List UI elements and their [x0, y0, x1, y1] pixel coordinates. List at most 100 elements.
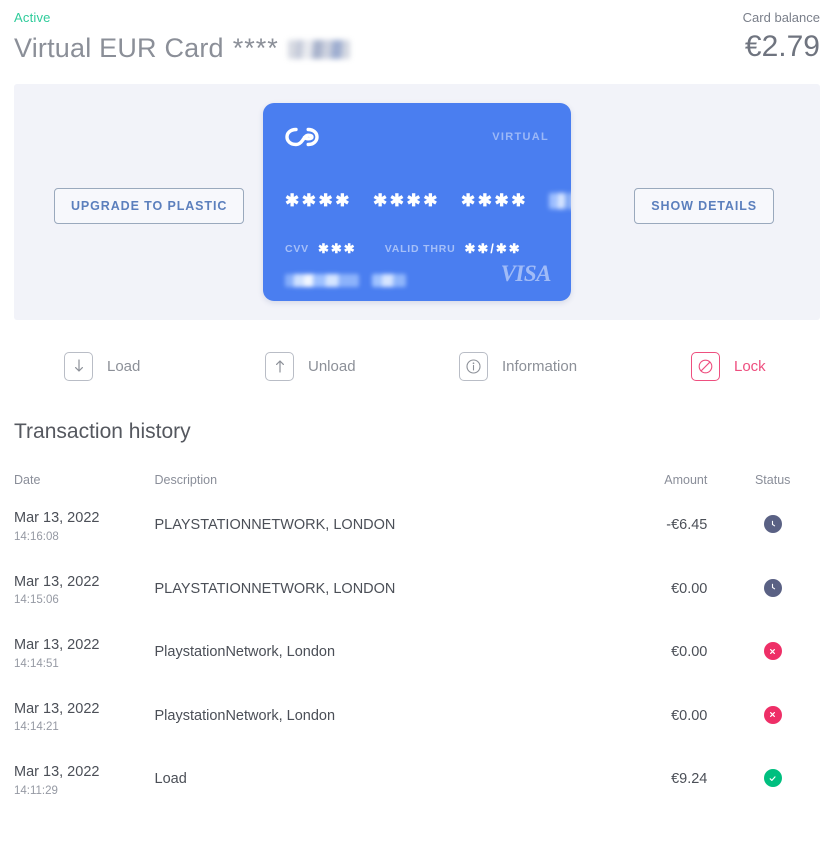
- cell-date: Mar 13, 2022 14:14:51: [14, 636, 155, 700]
- balance-amount: €2.79: [744, 30, 820, 63]
- cell-date: Mar 13, 2022 14:15:06: [14, 573, 155, 637]
- transaction-amount: -€6.45: [666, 517, 708, 533]
- transaction-time: 14:14:51: [14, 657, 59, 670]
- cell-amount: -€6.45: [580, 509, 725, 573]
- cell-amount: €0.00: [580, 636, 725, 700]
- virtual-card-visual: VIRTUAL ✱✱✱✱ ✱✱✱✱ ✱✱✱✱ CVV ✱✱✱ VALID THR…: [263, 103, 571, 301]
- cardholder-name-redacted: [285, 274, 359, 287]
- load-action[interactable]: Load: [64, 351, 265, 381]
- valid-thru-value: ✱✱/✱✱: [464, 241, 522, 256]
- cell-status: [725, 509, 820, 573]
- column-header-status: Status: [754, 473, 791, 487]
- lock-action-label: Lock: [734, 357, 766, 375]
- table-row[interactable]: Mar 13, 2022 14:14:51 PlaystationNetwork…: [14, 636, 820, 700]
- cell-status: [725, 763, 820, 827]
- cvv-value: ✱✱✱: [318, 241, 357, 256]
- cardholder-row: [285, 274, 406, 287]
- transaction-amount: €0.00: [671, 580, 708, 597]
- transaction-amount: €0.00: [671, 644, 708, 661]
- status-badge-pending-icon: [763, 578, 782, 597]
- unload-action-label: Unload: [308, 357, 356, 375]
- cell-date: Mar 13, 2022 14:16:08: [14, 509, 155, 573]
- cell-amount: €0.00: [580, 700, 725, 764]
- column-header-amount: Amount: [664, 473, 708, 487]
- lock-action[interactable]: Lock: [691, 351, 766, 381]
- table-row[interactable]: Mar 13, 2022 14:16:08 PLAYSTATIONNETWORK…: [14, 509, 820, 573]
- transaction-time: 14:15:06: [14, 594, 59, 607]
- transaction-description: PlaystationNetwork, London: [154, 707, 336, 724]
- card-detail-page: Active Virtual EUR Card **** Card balanc…: [0, 0, 834, 865]
- transaction-date: Mar 13, 2022: [14, 573, 100, 590]
- cell-description: Load: [155, 763, 581, 827]
- page-title: Virtual EUR Card ****: [14, 33, 350, 64]
- balance-label: Card balance: [742, 10, 820, 25]
- status-badge-completed-icon: [763, 769, 782, 788]
- transaction-time: 14:14:21: [14, 721, 59, 734]
- card-status-badge: Active: [14, 10, 51, 25]
- card-number-group-2: ✱✱✱✱: [372, 191, 440, 210]
- upgrade-to-plastic-button[interactable]: UPGRADE TO PLASTIC: [54, 188, 245, 224]
- transaction-description: PLAYSTATIONNETWORK, LONDON: [154, 580, 396, 597]
- status-badge-pending-icon: [763, 515, 782, 533]
- cardholder-surname-redacted: [372, 274, 406, 287]
- cell-description: PlaystationNetwork, London: [155, 700, 581, 764]
- card-name: Virtual EUR Card: [14, 33, 224, 63]
- cell-amount: €0.00: [580, 573, 725, 637]
- transaction-time: 14:16:08: [14, 530, 59, 543]
- load-action-label: Load: [107, 357, 141, 375]
- column-header-description: Description: [154, 473, 218, 487]
- transaction-history-title: Transaction history: [14, 420, 191, 443]
- cell-description: PLAYSTATIONNETWORK, LONDON: [155, 573, 581, 637]
- visa-logo: VISA: [500, 261, 552, 286]
- table-row[interactable]: Mar 13, 2022 14:15:06 PLAYSTATIONNETWORK…: [14, 573, 820, 637]
- arrow-down-icon: [64, 351, 93, 381]
- cell-description: PlaystationNetwork, London: [155, 636, 581, 700]
- transaction-description: Load: [154, 771, 187, 788]
- card-number: ✱✱✱✱ ✱✱✱✱ ✱✱✱✱: [285, 191, 571, 211]
- transaction-time: 14:11:29: [14, 784, 58, 797]
- transaction-table: Date Description Amount Status Mar 13, 2…: [14, 473, 820, 827]
- cell-amount: €9.24: [580, 763, 725, 827]
- valid-thru-label: VALID THRU: [384, 243, 456, 255]
- block-icon: [691, 351, 720, 381]
- card-showcase-panel: UPGRADE TO PLASTIC VIRTUAL ✱✱✱✱ ✱✱✱✱ ✱✱✱…: [14, 84, 820, 320]
- table-row[interactable]: Mar 13, 2022 14:11:29 Load €9.24: [14, 763, 820, 827]
- card-number-group-3: ✱✱✱✱: [460, 191, 528, 210]
- card-number-mask: ****: [232, 33, 279, 63]
- cell-date: Mar 13, 2022 14:11:29: [14, 763, 155, 827]
- cell-description: PLAYSTATIONNETWORK, LONDON: [155, 509, 581, 573]
- show-details-button[interactable]: SHOW DETAILS: [634, 188, 774, 224]
- transaction-date: Mar 13, 2022: [14, 700, 100, 717]
- transaction-amount: €9.24: [671, 771, 708, 788]
- card-number-group-1: ✱✱✱✱: [285, 191, 352, 210]
- cell-status: [725, 636, 820, 700]
- card-actions: Load Unload Information Lock: [14, 320, 820, 412]
- information-action[interactable]: Information: [459, 351, 691, 381]
- transaction-date: Mar 13, 2022: [14, 510, 100, 526]
- transaction-amount: €0.00: [671, 707, 708, 724]
- unload-action[interactable]: Unload: [265, 351, 459, 381]
- page-header: Active Virtual EUR Card **** Card balanc…: [14, 0, 820, 84]
- transaction-description: PlaystationNetwork, London: [154, 644, 336, 661]
- transaction-date: Mar 13, 2022: [14, 637, 100, 654]
- cell-status: [725, 573, 820, 637]
- cell-date: Mar 13, 2022 14:14:21: [14, 700, 155, 764]
- card-type-label: VIRTUAL: [492, 131, 549, 143]
- redacted-digits: [287, 40, 350, 59]
- table-header-row: Date Description Amount Status: [14, 473, 820, 509]
- arrow-up-icon: [265, 351, 294, 381]
- transaction-date: Mar 13, 2022: [14, 764, 100, 781]
- brand-logo-icon: [285, 125, 319, 154]
- information-action-label: Information: [502, 357, 578, 375]
- card-number-redacted-group: [548, 193, 571, 209]
- column-header-date: Date: [14, 473, 41, 487]
- transaction-description: PLAYSTATIONNETWORK, LONDON: [154, 517, 396, 533]
- status-badge-failed-icon: [763, 705, 782, 724]
- status-badge-failed-icon: [763, 642, 782, 661]
- cvv-label: CVV: [285, 243, 309, 255]
- card-secure-row: CVV ✱✱✱ VALID THRU ✱✱/✱✱: [285, 241, 522, 257]
- cell-status: [725, 700, 820, 764]
- transaction-table-body: Mar 13, 2022 14:16:08 PLAYSTATIONNETWORK…: [14, 509, 820, 827]
- table-row[interactable]: Mar 13, 2022 14:14:21 PlaystationNetwork…: [14, 700, 820, 764]
- info-icon: [459, 351, 488, 381]
